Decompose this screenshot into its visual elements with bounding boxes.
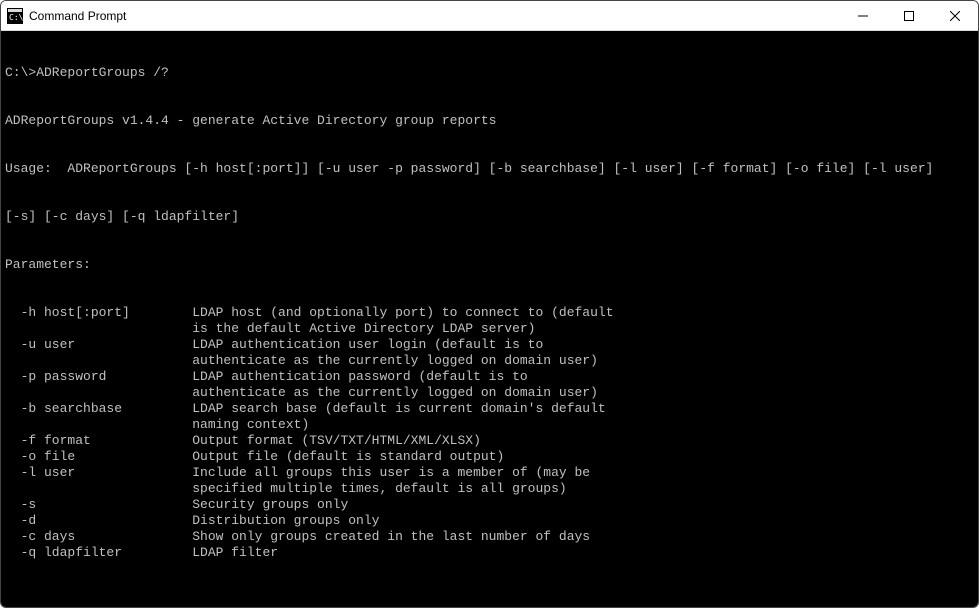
param-row-cont: naming context) bbox=[5, 417, 974, 433]
window-controls bbox=[840, 1, 978, 30]
command-prompt-window: C:\ Command Prompt C:\>ADReportGroups /?… bbox=[0, 0, 979, 608]
terminal-output[interactable]: C:\>ADReportGroups /? ADReportGroups v1.… bbox=[1, 31, 978, 607]
param-row: -d Distribution groups only bbox=[5, 513, 974, 529]
window-title: Command Prompt bbox=[29, 9, 840, 23]
params-list: -h host[:port] LDAP host (and optionally… bbox=[5, 305, 974, 561]
param-row: -b searchbase LDAP search base (default … bbox=[5, 401, 974, 417]
svg-text:C:\: C:\ bbox=[9, 13, 23, 22]
blank-line bbox=[5, 593, 974, 607]
param-row: -h host[:port] LDAP host (and optionally… bbox=[5, 305, 974, 321]
prompt-line: C:\>ADReportGroups /? bbox=[5, 65, 974, 81]
param-row: -o file Output file (default is standard… bbox=[5, 449, 974, 465]
param-row: -p password LDAP authentication password… bbox=[5, 369, 974, 385]
param-row: -u user LDAP authentication user login (… bbox=[5, 337, 974, 353]
param-row: -s Security groups only bbox=[5, 497, 974, 513]
banner-line: ADReportGroups v1.4.4 - generate Active … bbox=[5, 113, 974, 129]
param-row: -c days Show only groups created in the … bbox=[5, 529, 974, 545]
param-row-cont: authenticate as the currently logged on … bbox=[5, 385, 974, 401]
maximize-button[interactable] bbox=[886, 1, 932, 30]
minimize-button[interactable] bbox=[840, 1, 886, 30]
param-row: -f format Output format (TSV/TXT/HTML/XM… bbox=[5, 433, 974, 449]
param-row-cont: is the default Active Directory LDAP ser… bbox=[5, 321, 974, 337]
cmd-icon: C:\ bbox=[7, 8, 23, 24]
titlebar[interactable]: C:\ Command Prompt bbox=[1, 1, 978, 31]
usage-line-2: [-s] [-c days] [-q ldapfilter] bbox=[5, 209, 974, 225]
param-row-cont: authenticate as the currently logged on … bbox=[5, 353, 974, 369]
usage-line-1: Usage: ADReportGroups [-h host[:port]] [… bbox=[5, 161, 974, 177]
params-header: Parameters: bbox=[5, 257, 974, 273]
param-row: -l user Include all groups this user is … bbox=[5, 465, 974, 481]
param-row: -q ldapfilter LDAP filter bbox=[5, 545, 974, 561]
close-button[interactable] bbox=[932, 1, 978, 30]
param-row-cont: specified multiple times, default is all… bbox=[5, 481, 974, 497]
